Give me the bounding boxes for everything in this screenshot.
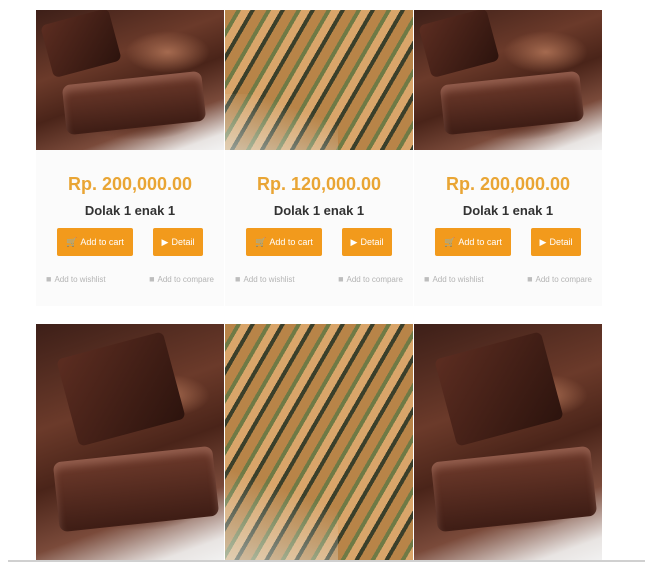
product-name[interactable]: Dolak 1 enak 1 [225, 203, 413, 218]
detail-label: Detail [549, 237, 573, 247]
product-price: Rp. 200,000.00 [445, 174, 571, 194]
add-to-cart-button[interactable]: 🛒 Add to cart [246, 228, 322, 256]
product-card: Rp. 120,000.00 Dolak 1 enak 1 🛒 Add to c… [225, 10, 413, 306]
detail-label: Detail [360, 237, 384, 247]
add-to-wishlist-link[interactable]: ■ Add to wishlist [424, 274, 484, 284]
wishlist-label: Add to wishlist [243, 274, 295, 284]
detail-button[interactable]: ▶ Detail [342, 228, 392, 256]
product-image[interactable] [225, 10, 413, 150]
cart-icon: 🛒 [66, 237, 78, 247]
product-grid-row-1: Rp. 200,000.00 Dolak 1 enak 1 🛒 Add to c… [36, 10, 602, 306]
compare-label: Add to compare [157, 274, 214, 284]
wishlist-label: Add to wishlist [432, 274, 484, 284]
add-to-compare-link[interactable]: ■ Add to compare [527, 274, 592, 284]
add-to-cart-label: Add to cart [80, 237, 124, 247]
product-image[interactable] [414, 10, 602, 150]
product-card [36, 324, 224, 562]
play-icon: ▶ [350, 237, 358, 247]
wishlist-label: Add to wishlist [54, 274, 106, 284]
add-to-cart-label: Add to cart [458, 237, 502, 247]
compare-icon: ■ [149, 274, 155, 284]
detail-button[interactable]: ▶ Detail [153, 228, 203, 256]
product-image[interactable] [414, 324, 602, 562]
product-image[interactable] [225, 324, 413, 562]
product-grid-row-2 [36, 324, 602, 562]
heart-icon: ■ [235, 274, 241, 284]
product-card [414, 324, 602, 562]
add-to-cart-button[interactable]: 🛒 Add to cart [57, 228, 133, 256]
cart-icon: 🛒 [255, 237, 267, 247]
product-image[interactable] [36, 10, 224, 150]
play-icon: ▶ [539, 237, 547, 247]
detail-label: Detail [171, 237, 195, 247]
add-to-compare-link[interactable]: ■ Add to compare [338, 274, 403, 284]
add-to-wishlist-link[interactable]: ■ Add to wishlist [235, 274, 295, 284]
product-price: Rp. 120,000.00 [256, 174, 382, 194]
detail-button[interactable]: ▶ Detail [531, 228, 581, 256]
heart-icon: ■ [424, 274, 430, 284]
heart-icon: ■ [46, 274, 52, 284]
cart-icon: 🛒 [444, 237, 456, 247]
add-to-wishlist-link[interactable]: ■ Add to wishlist [46, 274, 106, 284]
compare-icon: ■ [527, 274, 533, 284]
product-card [225, 324, 413, 562]
compare-label: Add to compare [346, 274, 403, 284]
product-image[interactable] [36, 324, 224, 562]
product-card: Rp. 200,000.00 Dolak 1 enak 1 🛒 Add to c… [36, 10, 224, 306]
add-to-cart-button[interactable]: 🛒 Add to cart [435, 228, 511, 256]
add-to-cart-label: Add to cart [269, 237, 313, 247]
add-to-compare-link[interactable]: ■ Add to compare [149, 274, 214, 284]
product-card: Rp. 200,000.00 Dolak 1 enak 1 🛒 Add to c… [414, 10, 602, 306]
product-name[interactable]: Dolak 1 enak 1 [414, 203, 602, 218]
product-name[interactable]: Dolak 1 enak 1 [36, 203, 224, 218]
product-price: Rp. 200,000.00 [67, 174, 193, 194]
compare-label: Add to compare [535, 274, 592, 284]
play-icon: ▶ [161, 237, 169, 247]
compare-icon: ■ [338, 274, 344, 284]
